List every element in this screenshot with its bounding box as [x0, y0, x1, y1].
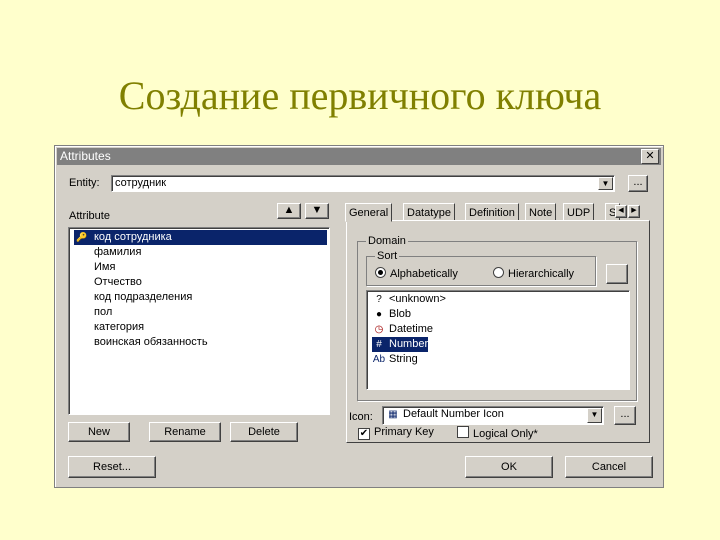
attribute-name: категория — [94, 321, 145, 333]
slide-title: Создание первичного ключа — [118, 73, 602, 118]
attribute-name: Имя — [94, 261, 116, 273]
attribute-list-item[interactable]: Отчество — [74, 275, 327, 290]
icon-label: Icon: — [349, 411, 373, 423]
attribute-list-item[interactable]: воинская обязанность — [74, 335, 327, 350]
domain-item-label: Number — [389, 338, 429, 350]
tab-scroll-right-button[interactable]: ▶ — [628, 205, 640, 218]
close-icon: ✕ — [645, 150, 655, 162]
domain-list-item[interactable]: ? <unknown> — [372, 292, 446, 307]
attribute-name: фамилия — [94, 246, 142, 258]
attribute-list-item[interactable]: 🔑 код сотрудника — [74, 230, 327, 245]
attribute-name: пол — [94, 306, 113, 318]
entity-select[interactable]: сотрудник ▼ — [111, 175, 615, 192]
attribute-list-item[interactable]: код подразделения — [74, 290, 327, 305]
tab-note[interactable]: Note — [525, 203, 557, 221]
primary-key-label: Primary Key — [374, 426, 434, 438]
move-down-button[interactable]: ▼ — [305, 203, 329, 219]
attributes-dialog: Attributes ✕ Entity: сотрудник ▼ ... Att… — [54, 145, 664, 488]
radio-selected-icon — [375, 267, 386, 278]
attribute-list-item[interactable]: пол — [74, 305, 327, 320]
attribute-label: Attribute — [69, 210, 110, 222]
unknown-icon: ? — [376, 294, 382, 305]
rename-button[interactable]: Rename — [149, 422, 221, 442]
sort-hierarchically-radio[interactable]: Hierarchically — [493, 267, 574, 280]
domain-list-item[interactable]: ◷ Datetime — [372, 322, 433, 337]
primary-key-checkbox[interactable]: ✔ Primary Key — [358, 426, 434, 440]
attribute-name: воинская обязанность — [94, 336, 208, 348]
attribute-list-item[interactable]: фамилия — [74, 245, 327, 260]
icon-select[interactable]: ▦ Default Number Icon ▼ — [382, 406, 604, 425]
chevron-down-icon[interactable]: ▼ — [587, 408, 602, 423]
icon-value: Default Number Icon — [403, 408, 504, 420]
dialog-title: Attributes — [60, 149, 111, 163]
domain-list-item[interactable]: ● Blob — [372, 307, 411, 322]
attribute-list[interactable]: 🔑 код сотрудника фамилия Имя Отчество код под… — [68, 227, 330, 415]
dialog-titlebar: Attributes — [57, 148, 661, 165]
entity-browse-button[interactable]: ... — [628, 175, 648, 192]
attribute-name: код подразделения — [94, 291, 193, 303]
attribute-list-item[interactable]: Имя — [74, 260, 327, 275]
radio-unselected-icon — [493, 267, 504, 278]
checkmark-icon: ✔ — [358, 428, 370, 440]
domain-group-label: Domain — [366, 235, 408, 247]
arrow-up-icon: ▲ — [283, 204, 295, 216]
sort-alphabetically-label: Alphabetically — [390, 268, 458, 280]
domain-item-label: Datetime — [389, 323, 434, 335]
number-icon: ▦ — [388, 409, 398, 420]
tab-panel-general: Domain Sort Alphabetically Hierarchicall… — [346, 220, 650, 443]
cancel-button[interactable]: Cancel — [565, 456, 653, 478]
tab-definition[interactable]: Definition — [465, 203, 519, 221]
ok-button[interactable]: OK — [465, 456, 553, 478]
reset-button[interactable]: Reset... — [68, 456, 156, 478]
logical-only-checkbox[interactable]: Logical Only* — [457, 426, 538, 440]
entity-value: сотрудник — [115, 177, 167, 189]
domain-browse-button[interactable] — [606, 264, 628, 284]
tab-scroll-left-button[interactable]: ◀ — [615, 205, 627, 218]
move-up-button[interactable]: ▲ — [277, 203, 301, 219]
domain-item-label: Blob — [389, 308, 412, 320]
new-button[interactable]: New — [68, 422, 130, 442]
domain-list-item[interactable]: Ab String — [372, 352, 418, 367]
domain-list[interactable]: ? <unknown> ● Blob ◷ Datetime # Number Ab String — [366, 290, 630, 390]
checkbox-empty-icon — [457, 426, 469, 438]
string-icon: Ab — [372, 354, 386, 365]
domain-list-item[interactable]: # Number — [372, 337, 429, 352]
sort-group: Sort Alphabetically Hierarchically — [366, 250, 596, 286]
tab-udp[interactable]: UDP — [563, 203, 595, 221]
chevron-left-icon: ◀ — [618, 207, 624, 214]
key-icon: 🔑 — [76, 232, 88, 242]
domain-item-label: String — [389, 353, 418, 365]
datetime-icon: ◷ — [374, 324, 384, 335]
attribute-name: Отчество — [94, 276, 142, 288]
logical-only-label: Logical Only* — [473, 428, 538, 440]
chevron-right-icon: ▶ — [631, 207, 637, 214]
tab-datatype[interactable]: Datatype — [403, 203, 456, 221]
tab-general[interactable]: General — [345, 203, 393, 222]
attribute-name: код сотрудника — [94, 231, 172, 243]
domain-item-label: <unknown> — [389, 293, 446, 305]
icon-browse-button[interactable]: ... — [614, 406, 636, 425]
sort-group-label: Sort — [375, 250, 400, 262]
attribute-list-item[interactable]: категория — [74, 320, 327, 335]
domain-group: Domain Sort Alphabetically Hierarchicall… — [357, 235, 637, 401]
close-button[interactable]: ✕ — [641, 149, 659, 164]
tab-strip: General Datatype Definition Note UDP S ◀ ▶ — [345, 203, 651, 222]
sort-hierarchically-label: Hierarchically — [508, 268, 575, 280]
blob-icon: ● — [375, 309, 383, 320]
arrow-down-icon: ▼ — [311, 204, 323, 216]
sort-alphabetically-radio[interactable]: Alphabetically — [375, 267, 458, 280]
chevron-down-icon[interactable]: ▼ — [598, 177, 613, 190]
number-icon: # — [376, 339, 382, 350]
entity-label: Entity: — [69, 177, 100, 189]
delete-button[interactable]: Delete — [230, 422, 298, 442]
